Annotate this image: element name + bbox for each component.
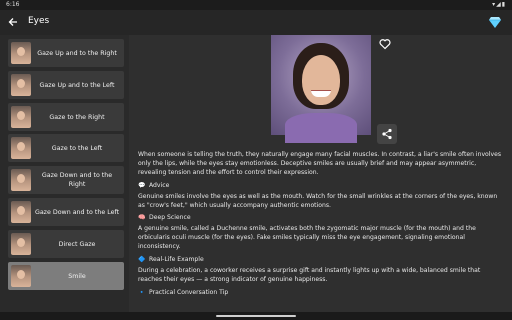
sidebar-item-label: Gaze Up and to the Left <box>39 81 115 89</box>
sidebar-item-label: Gaze Down and to the Right <box>41 172 113 188</box>
system-nav-bar <box>0 312 512 320</box>
home-gesture-handle[interactable] <box>216 315 296 317</box>
sidebar-item-gaze-left[interactable]: Gaze to the Left <box>8 134 124 162</box>
sidebar-item-label: Direct Gaze <box>58 240 96 248</box>
sidebar-item-label: Smile <box>68 272 86 280</box>
brain-icon: 🧠 <box>138 214 146 222</box>
status-bar: 6:16 ▾◢▮ <box>0 0 512 10</box>
sidebar-item-label: Gaze to the Right <box>49 113 105 121</box>
diamond-small-icon: 🔷 <box>138 256 146 264</box>
thumbnail-image <box>11 201 31 223</box>
section-advice-heading: 💬 Advice <box>138 181 170 189</box>
tip-icon: 🔹 <box>138 288 146 296</box>
content-pane: When someone is telling the truth, they … <box>129 35 512 312</box>
section-conversation-tip-heading: 🔹 Practical Conversation Tip <box>138 288 229 296</box>
section-real-life-body: During a celebration, a coworker receive… <box>138 266 481 283</box>
intro-paragraph: When someone is telling the truth, they … <box>138 151 502 176</box>
heart-icon[interactable] <box>379 38 391 50</box>
section-deep-science-body: A genuine smile, called a Duchenne smile… <box>138 225 476 251</box>
page-title: Eyes <box>28 16 50 26</box>
thumbnail-image <box>11 106 31 128</box>
sidebar-item-label: Gaze to the Left <box>51 144 103 152</box>
thumbnail-image <box>11 137 31 159</box>
speech-bubble-icon: 💬 <box>138 181 146 189</box>
description-text: When someone is telling the truth, they … <box>138 151 504 300</box>
sidebar-item-gaze-down-right[interactable]: Gaze Down and to the Right <box>8 166 124 194</box>
sidebar-item-direct-gaze[interactable]: Direct Gaze <box>8 230 124 258</box>
section-deep-science-heading: 🧠 Deep Science <box>138 214 191 222</box>
status-icons: ▾◢▮ <box>492 1 506 8</box>
status-time: 6:16 <box>6 1 20 8</box>
thumbnail-image <box>11 169 31 191</box>
sidebar: Gaze Up and to the Right Gaze Up and to … <box>0 35 129 312</box>
section-advice-body: Genuine smiles involve the eyes as well … <box>138 192 498 209</box>
thumbnail-image <box>11 233 31 255</box>
thumbnail-image <box>11 265 31 287</box>
section-real-life-heading: 🔷 Real-Life Example <box>138 256 204 264</box>
share-icon <box>382 128 392 140</box>
share-button[interactable] <box>377 124 397 144</box>
sidebar-item-gaze-up-left[interactable]: Gaze Up and to the Left <box>8 71 124 99</box>
sidebar-item-gaze-right[interactable]: Gaze to the Right <box>8 103 124 131</box>
sidebar-item-gaze-down-left[interactable]: Gaze Down and to the Left <box>8 198 124 226</box>
thumbnail-image <box>11 74 31 96</box>
thumbnail-image <box>11 42 31 64</box>
sidebar-item-smile[interactable]: Smile <box>8 262 124 290</box>
sidebar-item-label: Gaze Up and to the Right <box>37 49 117 57</box>
back-arrow-icon[interactable] <box>7 16 19 28</box>
sidebar-item-gaze-up-right[interactable]: Gaze Up and to the Right <box>8 39 124 67</box>
diamond-icon[interactable] <box>488 15 502 29</box>
sidebar-item-label: Gaze Down and to the Left <box>34 208 120 216</box>
portrait-image <box>271 35 371 143</box>
app-bar: Eyes <box>0 10 512 35</box>
